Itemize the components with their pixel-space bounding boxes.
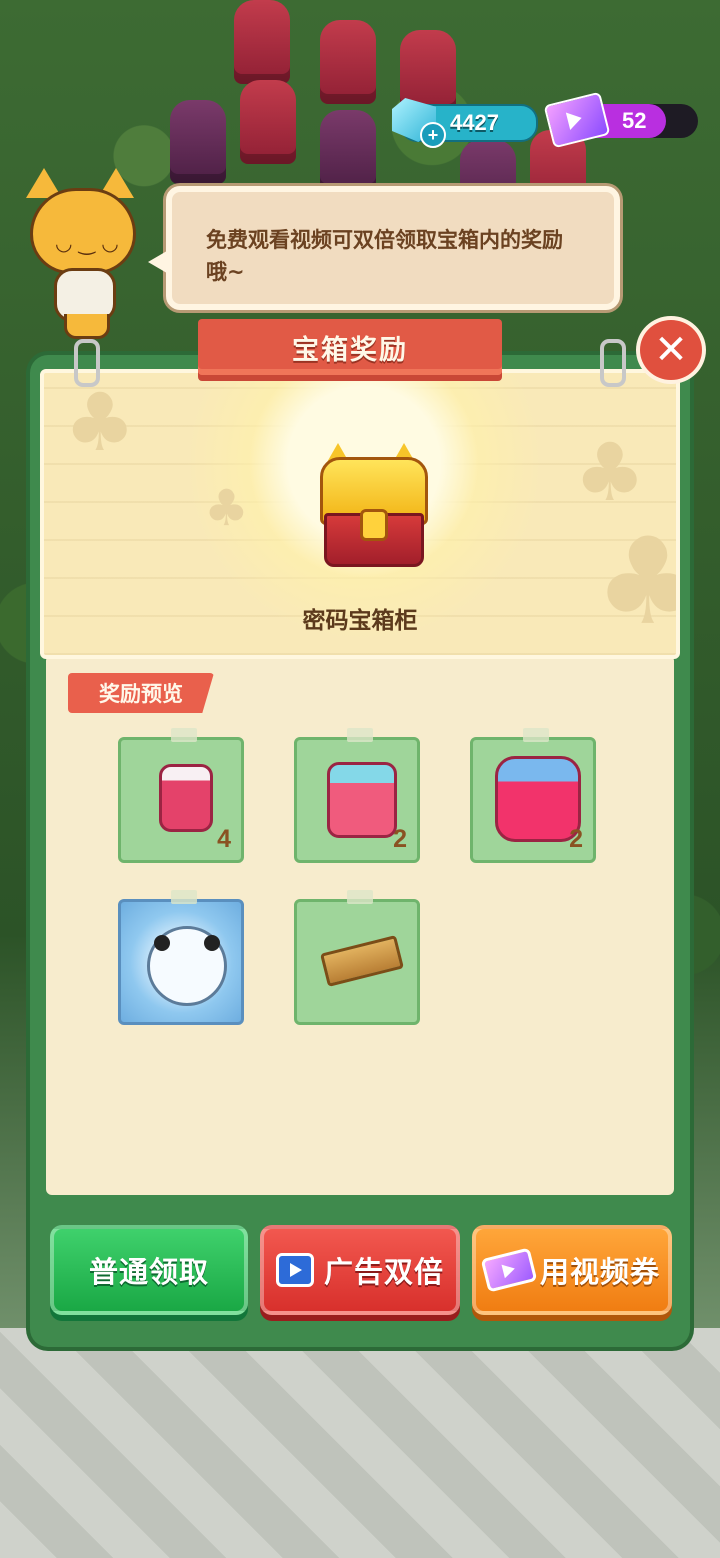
video-ticket-counter[interactable]: 52 (543, 91, 698, 149)
cat-mascot: ◡ ‿ ◡ (20, 168, 140, 339)
reward-slot[interactable] (118, 890, 244, 1025)
ad-double-label: 广告双倍 (323, 1255, 444, 1289)
speech-text: 免费观看视频可双倍领取宝箱内的奖励哦~ (206, 228, 563, 284)
add-gems-icon[interactable]: + (420, 122, 446, 148)
dialog-title: 宝箱奖励 (198, 319, 502, 375)
mascot-speech-bubble: 免费观看视频可双倍领取宝箱内的奖励哦~ (148, 186, 620, 310)
treasure-chest-icon (316, 443, 428, 567)
ad-double-button[interactable]: 广告双倍 (260, 1225, 460, 1315)
large-ribbon-jam-jar-icon (495, 756, 581, 842)
reward-quantity: 2 (569, 825, 583, 853)
tv-play-icon (275, 1253, 314, 1287)
reward-slot[interactable] (294, 890, 420, 1025)
reward-slot[interactable]: 2 (294, 728, 420, 863)
reward-slot[interactable]: 4 (118, 728, 244, 863)
binder-ring (74, 339, 100, 387)
chest-reward-dialog: ♣ ♣ ♣ ♣ 密码宝箱柜 宝箱奖励 奖励预览 4 2 2 (30, 319, 690, 1347)
reward-quantity: 4 (217, 825, 231, 853)
gem-count: 4427 (450, 110, 499, 135)
video-ticket-count: 52 (622, 108, 647, 133)
use-video-ticket-label: 用视频券 (539, 1255, 660, 1289)
close-icon: ✕ (654, 327, 688, 373)
wooden-plank-icon (320, 935, 404, 987)
normal-claim-button[interactable]: 普通领取 (50, 1225, 248, 1315)
close-button[interactable]: ✕ (636, 316, 706, 384)
reward-slot[interactable]: 2 (470, 728, 596, 863)
video-ticket-icon (480, 1247, 538, 1293)
chest-display-paper: ♣ ♣ ♣ ♣ 密码宝箱柜 (40, 369, 680, 659)
reward-grid: 4 2 2 (118, 728, 598, 1025)
use-video-ticket-button[interactable]: 用视频券 (472, 1225, 672, 1315)
chest-name: 密码宝箱柜 (302, 608, 418, 634)
panda-bun-decoration-icon (147, 926, 227, 1006)
medium-cherry-jam-jar-icon (327, 762, 397, 838)
reward-preview-label: 奖励预览 (68, 673, 214, 713)
gem-counter[interactable]: + 4427 (392, 98, 538, 148)
small-cherry-jam-jar-icon (159, 764, 213, 832)
normal-claim-label: 普通领取 (88, 1255, 209, 1289)
reward-quantity: 2 (393, 825, 407, 853)
binder-ring (600, 339, 626, 387)
